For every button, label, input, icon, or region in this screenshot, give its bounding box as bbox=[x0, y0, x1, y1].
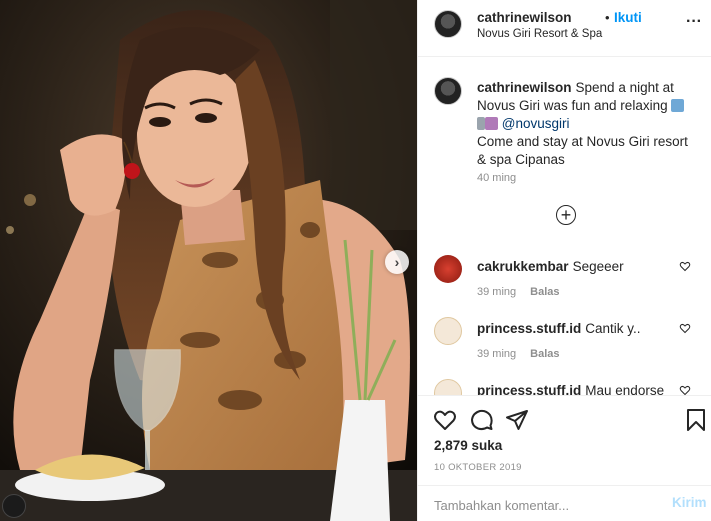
like-comment-heart-icon[interactable] bbox=[679, 260, 691, 272]
comment-body: Cantik y.. bbox=[585, 321, 641, 336]
caption-timestamp[interactable]: 40 ming bbox=[477, 172, 516, 184]
comment-meta: 39 ming Balas bbox=[477, 286, 560, 298]
likes-count[interactable]: 2,879 suka bbox=[434, 438, 502, 453]
plus-icon: + bbox=[560, 205, 572, 225]
comment-bubble-icon[interactable] bbox=[470, 408, 494, 432]
post-location[interactable]: Novus Giri Resort & Spa bbox=[477, 28, 602, 40]
hotel-emoji-icon bbox=[671, 99, 685, 112]
woman-emoji-icon bbox=[485, 117, 498, 130]
author-username[interactable]: cathrinewilson bbox=[477, 10, 572, 25]
more-options-icon[interactable]: ··· bbox=[686, 14, 702, 30]
caption-text: cathrinewilson Spend a night at Novus Gir… bbox=[477, 79, 699, 169]
user-icon bbox=[3, 495, 25, 517]
post-actions: 2,879 suka 10 OKTOBER 2019 bbox=[418, 395, 711, 480]
caption-mention-link[interactable]: @novusgiri bbox=[502, 116, 570, 131]
reply-button[interactable]: Balas bbox=[530, 286, 559, 298]
comment-body: Mau endorse bbox=[585, 383, 665, 395]
load-more-comments-button[interactable]: + bbox=[556, 205, 576, 225]
comment-text: cakrukkembar Segeeer bbox=[477, 259, 624, 274]
like-comment-heart-icon[interactable] bbox=[679, 322, 691, 334]
share-send-icon[interactable] bbox=[505, 408, 529, 432]
comment-timestamp[interactable]: 39 ming bbox=[477, 286, 516, 298]
add-comment-input[interactable] bbox=[432, 494, 656, 516]
comment-body: Segeeer bbox=[572, 259, 624, 274]
post-comment-button[interactable]: Kirim bbox=[672, 495, 707, 510]
like-comment-heart-icon[interactable] bbox=[679, 384, 691, 395]
comment-item: princess.stuff.id Cantik y.. 39 ming Balas bbox=[418, 317, 711, 377]
cutlery-emoji-icon bbox=[477, 117, 485, 130]
comment-text: princess.stuff.id Mau endorse bbox=[477, 383, 664, 395]
comment-item: princess.stuff.id Mau endorse bbox=[418, 379, 711, 395]
like-heart-icon[interactable] bbox=[433, 408, 457, 432]
commenter-username[interactable]: cakrukkembar bbox=[477, 259, 569, 274]
comments-section[interactable]: cathrinewilson Spend a night at Novus Gir… bbox=[418, 57, 711, 395]
author-avatar[interactable] bbox=[434, 10, 462, 38]
post-sidebar: cathrinewilson • Ikuti Novus Giri Resort… bbox=[417, 0, 711, 521]
caption-body-2: Come and stay at Novus Giri resort & spa… bbox=[477, 134, 688, 167]
photo-illustration bbox=[0, 0, 417, 521]
commenter-username[interactable]: princess.stuff.id bbox=[477, 321, 581, 336]
caption-avatar[interactable] bbox=[434, 77, 462, 105]
follow-button[interactable]: Ikuti bbox=[614, 10, 642, 25]
comment-text: princess.stuff.id Cantik y.. bbox=[477, 321, 641, 336]
follow-separator: • bbox=[605, 10, 610, 25]
post-photo[interactable]: › bbox=[0, 0, 417, 521]
add-comment-bar: Kirim bbox=[418, 485, 711, 521]
reply-button[interactable]: Balas bbox=[530, 348, 559, 360]
post-header: cathrinewilson • Ikuti Novus Giri Resort… bbox=[418, 0, 711, 57]
next-photo-button[interactable]: › bbox=[385, 250, 409, 274]
commenter-avatar[interactable] bbox=[434, 317, 462, 345]
save-bookmark-icon[interactable] bbox=[684, 408, 708, 432]
commenter-avatar[interactable] bbox=[434, 379, 462, 395]
caption-username[interactable]: cathrinewilson bbox=[477, 80, 572, 95]
commenter-avatar[interactable] bbox=[434, 255, 462, 283]
post-date[interactable]: 10 OKTOBER 2019 bbox=[434, 462, 522, 473]
commenter-username[interactable]: princess.stuff.id bbox=[477, 383, 581, 395]
chevron-right-icon: › bbox=[394, 254, 400, 270]
tagged-user-avatar[interactable] bbox=[2, 494, 26, 518]
comment-meta: 39 ming Balas bbox=[477, 348, 560, 360]
comment-item: cakrukkembar Segeeer 39 ming Balas bbox=[418, 255, 711, 315]
comment-timestamp[interactable]: 39 ming bbox=[477, 348, 516, 360]
